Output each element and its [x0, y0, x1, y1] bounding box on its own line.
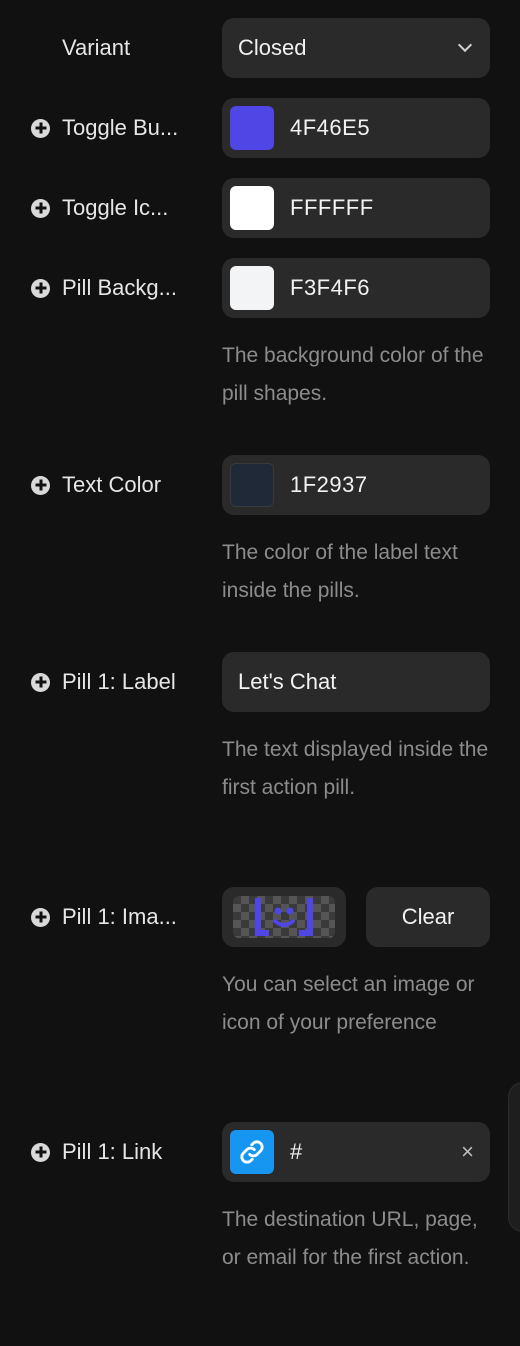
pill1-link-label-text: Pill 1: Link — [62, 1139, 163, 1164]
toggle-icon-color-field[interactable]: FFFFFF — [222, 178, 490, 238]
pill1-label-description: The text displayed inside the first acti… — [222, 738, 489, 799]
toggle-icon-color-swatch[interactable] — [230, 186, 274, 230]
variant-select[interactable]: Closed — [222, 18, 490, 78]
clear-image-button[interactable]: Clear — [366, 887, 490, 947]
pill1-link-label: Pill 1: Link — [31, 1122, 162, 1182]
add-circle-icon[interactable] — [31, 672, 50, 692]
toggle-button-label: Toggle Bu... — [31, 98, 178, 158]
variant-label-text: Variant — [62, 35, 131, 60]
pill-background-description: The background color of the pill shapes. — [222, 344, 484, 405]
variant-select-value: Closed — [238, 35, 307, 60]
text-color-swatch[interactable] — [230, 463, 274, 507]
pill1-image-picker[interactable] — [222, 887, 346, 947]
pill1-image-description: You can select an image or icon of your … — [222, 973, 475, 1034]
add-circle-icon[interactable] — [31, 475, 50, 495]
toggle-icon-label-text: Toggle Ic... — [62, 195, 169, 220]
text-color-hex: 1F2937 — [290, 472, 368, 497]
text-color-label: Text Color — [31, 455, 161, 515]
pill-background-color-field[interactable]: F3F4F6 — [222, 258, 490, 318]
link-icon[interactable] — [230, 1130, 274, 1174]
pill1-link-field[interactable]: # × — [222, 1122, 490, 1182]
clear-link-icon[interactable]: × — [461, 1139, 474, 1165]
pill-background-label: Pill Backg... — [31, 258, 177, 318]
add-circle-icon[interactable] — [31, 278, 50, 298]
pill1-link-description: The destination URL, page, or email for … — [222, 1208, 478, 1269]
toggle-button-color-field[interactable]: 4F46E5 — [222, 98, 490, 158]
pill1-image-label-text: Pill 1: Ima... — [62, 904, 177, 929]
add-circle-icon[interactable] — [31, 1142, 50, 1162]
pill-background-color-swatch[interactable] — [230, 266, 274, 310]
chevron-down-icon — [457, 37, 473, 53]
pill1-label-label-text: Pill 1: Label — [62, 669, 176, 694]
pill1-label-value: Let's Chat — [238, 669, 337, 694]
toggle-icon-hex: FFFFFF — [290, 195, 374, 220]
pill1-label-label: Pill 1: Label — [31, 652, 176, 712]
pill1-link-value: # — [290, 1139, 303, 1164]
toggle-icon-label: Toggle Ic... — [31, 178, 168, 238]
text-color-field[interactable]: 1F2937 — [222, 455, 490, 515]
pill-background-hex: F3F4F6 — [290, 275, 371, 300]
settings-panel: Variant Closed Toggle Bu... 4F46E5 Toggl… — [0, 0, 520, 1346]
side-panel-edge-handle[interactable] — [508, 1082, 520, 1232]
toggle-button-color-swatch[interactable] — [230, 106, 274, 150]
add-circle-icon[interactable] — [31, 907, 50, 927]
pill1-label-input[interactable]: Let's Chat — [222, 652, 490, 712]
text-color-description: The color of the label text inside the p… — [222, 541, 458, 602]
toggle-button-hex: 4F46E5 — [290, 115, 371, 140]
pill-background-label-text: Pill Backg... — [62, 275, 177, 300]
smiley-icon — [233, 896, 335, 938]
add-circle-icon[interactable] — [31, 118, 50, 138]
text-color-label-text: Text Color — [62, 472, 162, 497]
variant-label: Variant — [62, 18, 130, 78]
toggle-button-label-text: Toggle Bu... — [62, 115, 179, 140]
pill1-image-label: Pill 1: Ima... — [31, 887, 177, 947]
add-circle-icon[interactable] — [31, 198, 50, 218]
